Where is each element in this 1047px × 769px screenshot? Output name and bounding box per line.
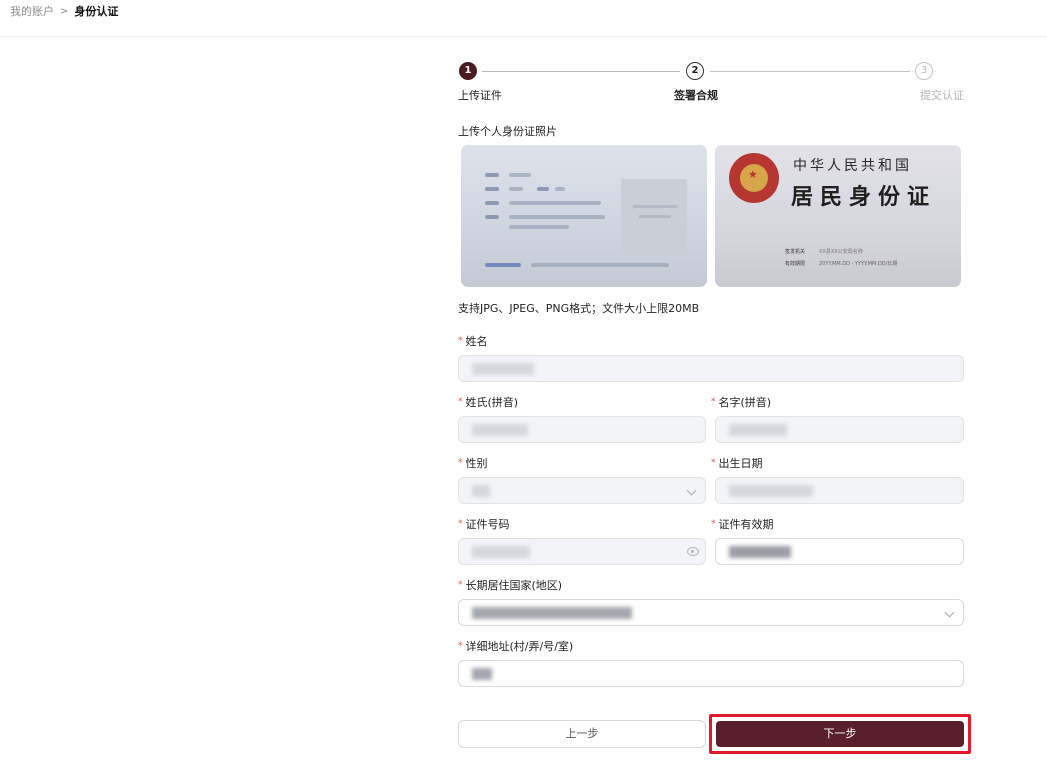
step-connector-1: [482, 71, 680, 72]
card-id-number: [531, 263, 669, 267]
given-pinyin-field[interactable]: [715, 416, 964, 443]
card-field-label: [485, 215, 499, 219]
card-field-label: [485, 187, 499, 191]
upload-format-note: 支持JPG、JPEG、PNG格式；文件大小上限20MB: [458, 302, 700, 315]
address-field[interactable]: [458, 660, 964, 687]
emblem-star-icon: ★: [748, 168, 758, 181]
card-field-value: [509, 201, 601, 205]
gender-select[interactable]: [458, 477, 706, 504]
card-authority-value: XX县XX公安局名称: [819, 249, 863, 255]
card-validity-label: 有效期限: [785, 261, 806, 267]
address-value-masked: [472, 668, 492, 680]
id-number-label: * 证件号码: [458, 518, 510, 531]
surname-pinyin-label: * 姓氏(拼音): [458, 396, 519, 409]
previous-step-button[interactable]: 上一步: [458, 720, 706, 748]
name-field[interactable]: [458, 355, 964, 382]
national-emblem-icon: ★: [729, 153, 779, 203]
card-field-label: [485, 173, 499, 177]
step-3-indicator: 3: [915, 62, 933, 80]
chevron-down-icon: [944, 607, 955, 618]
header-divider: [0, 36, 1047, 37]
id-validity-field[interactable]: [715, 538, 964, 565]
birth-date-value-masked: [729, 485, 813, 497]
residence-country-value-masked: [472, 607, 632, 619]
card-field-value: [509, 173, 531, 177]
surname-pinyin-field[interactable]: [458, 416, 706, 443]
step-connector-2: [710, 71, 910, 72]
residence-country-label: * 长期居住国家(地区): [458, 579, 563, 592]
card-authority-label: 签发机关: [785, 249, 806, 255]
eye-icon[interactable]: [687, 547, 699, 556]
photo-placeholder-text: [633, 205, 677, 208]
residence-country-select[interactable]: [458, 599, 964, 626]
card-field-label: [485, 201, 499, 205]
next-step-highlight-box: 下一步: [709, 714, 971, 754]
name-label: * 姓名: [458, 335, 488, 348]
card-back-title-id: 居民身份证: [791, 184, 937, 210]
progress-stepper: 1 2 3 上传证件 签署合规 提交认证: [458, 62, 964, 107]
id-number-field[interactable]: [458, 538, 706, 565]
step-3-label: 提交认证: [920, 89, 964, 102]
card-photo-placeholder: [621, 179, 687, 253]
card-id-label: [485, 263, 521, 267]
step-2-indicator: 2: [686, 62, 704, 80]
surname-pinyin-value-masked: [472, 424, 528, 436]
id-validity-value-masked: [729, 546, 791, 558]
given-pinyin-label: * 名字(拼音): [711, 396, 772, 409]
given-pinyin-value-masked: [729, 424, 787, 436]
breadcrumb-my-account[interactable]: 我的账户: [10, 5, 54, 19]
step-2-label: 签署合规: [674, 89, 718, 102]
name-value-masked: [472, 363, 534, 375]
card-field-value: [555, 187, 565, 191]
id-number-value-masked: [472, 546, 530, 558]
id-card-back-upload[interactable]: ★ 中华人民共和国 居民身份证 签发机关 XX县XX公安局名称 有效期限 20Y…: [715, 145, 961, 287]
card-field-label: [537, 187, 549, 191]
chevron-down-icon: [686, 485, 697, 496]
card-field-value: [509, 225, 569, 229]
birth-date-label: * 出生日期: [711, 457, 763, 470]
address-label: * 详细地址(村/弄/号/室): [458, 640, 574, 653]
birth-date-field[interactable]: [715, 477, 964, 504]
next-step-button[interactable]: 下一步: [716, 721, 964, 747]
photo-placeholder-text: [639, 215, 671, 218]
breadcrumb-current: 身份认证: [74, 5, 119, 18]
card-validity-value: 20YY.MM.DD - YYYY.MM.DD/长期: [819, 261, 898, 267]
step-1-label: 上传证件: [458, 89, 502, 102]
card-back-title-country: 中华人民共和国: [793, 158, 912, 174]
gender-label: * 性别: [458, 457, 488, 470]
id-card-front-upload[interactable]: [461, 145, 707, 287]
card-field-value: [509, 215, 605, 219]
card-field-value: [509, 187, 523, 191]
gender-value-masked: [472, 485, 490, 497]
step-1-indicator: 1: [459, 62, 477, 80]
id-validity-label: * 证件有效期: [711, 518, 774, 531]
breadcrumb: 我的账户 > 身份认证: [10, 5, 118, 19]
upload-section-title: 上传个人身份证照片: [458, 125, 557, 138]
breadcrumb-separator-icon: >: [60, 6, 69, 17]
